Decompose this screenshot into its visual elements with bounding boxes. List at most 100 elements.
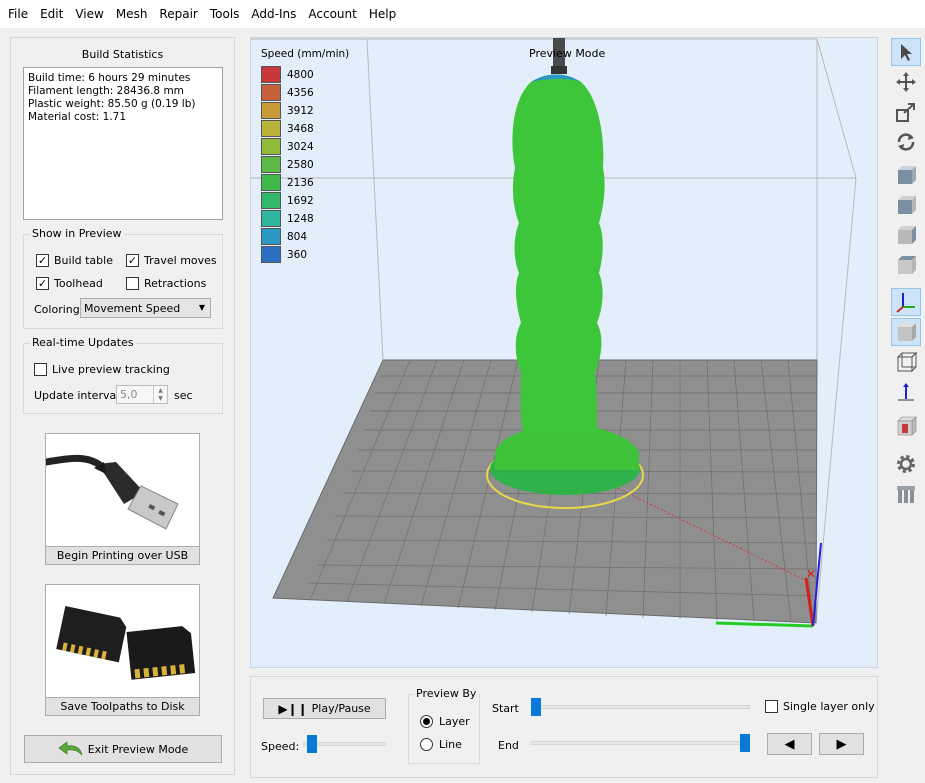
legend-value: 2580: [287, 158, 314, 171]
legend-row: 360: [261, 246, 307, 263]
menu-file[interactable]: File: [2, 0, 34, 28]
solid-view-icon[interactable]: [891, 318, 921, 346]
supports-icon[interactable]: [891, 480, 921, 508]
rotate-icon[interactable]: [891, 128, 921, 156]
build-statistics-title: Build Statistics: [81, 48, 164, 61]
legend-swatch: [261, 120, 281, 137]
view-cube-right-icon[interactable]: [891, 221, 921, 249]
legend-row: 3024: [261, 138, 314, 155]
legend-row: 4356: [261, 84, 314, 101]
menu-repair[interactable]: Repair: [153, 0, 203, 28]
single-layer-only-checkbox[interactable]: Single layer only: [765, 700, 875, 713]
legend-swatch: [261, 156, 281, 173]
sd-card-icon: [56, 605, 196, 680]
right-triangle-icon: ▶: [836, 736, 847, 752]
update-interval-spinbox[interactable]: 5,0 ▲ ▼: [116, 385, 168, 404]
speed-legend-title: Speed (mm/min): [261, 48, 350, 60]
save-toolpaths-disk-button[interactable]: Save Toolpaths to Disk: [45, 584, 200, 716]
play-pause-button[interactable]: ▶❙❙ Play/Pause: [263, 698, 386, 719]
live-preview-tracking-checkbox[interactable]: Live preview tracking: [34, 363, 170, 376]
start-label: Start: [492, 702, 519, 715]
toolhead-label: Toolhead: [54, 277, 103, 290]
scale-icon[interactable]: [891, 98, 921, 126]
usb-button-label: Begin Printing over USB: [46, 546, 199, 564]
menu-tools[interactable]: Tools: [204, 0, 246, 28]
build-table-checkbox[interactable]: ✓ Build table: [36, 254, 113, 267]
material-cost-line: Material cost: 1.71: [28, 111, 127, 123]
begin-printing-usb-button[interactable]: Begin Printing over USB: [45, 433, 200, 565]
view-cube-front-icon[interactable]: [891, 161, 921, 189]
speed-label: Speed:: [261, 740, 300, 753]
filament-length-line: Filament length: 28436.8 mm: [28, 85, 184, 97]
legend-swatch: [261, 174, 281, 191]
toolhead-checkbox[interactable]: ✓ Toolhead: [36, 277, 103, 290]
z-axis-icon[interactable]: [891, 378, 921, 406]
back-arrow-icon: [58, 741, 83, 756]
left-triangle-icon: ◀: [784, 736, 795, 752]
layer-radio-label: Layer: [439, 715, 470, 728]
realtime-updates-group: Real-time Updates Live preview tracking …: [23, 336, 223, 414]
legend-value: 3024: [287, 140, 314, 153]
preview-by-title: Preview By: [414, 687, 479, 700]
settings-gear-icon[interactable]: [891, 450, 921, 478]
right-toolbar: [888, 28, 925, 783]
retractions-label: Retractions: [144, 277, 207, 290]
legend-row: 4800: [261, 66, 314, 83]
menu-edit[interactable]: Edit: [34, 0, 69, 28]
usb-cable-icon: [46, 454, 179, 530]
spin-arrows-icon[interactable]: ▲ ▼: [153, 386, 167, 403]
speed-slider-thumb[interactable]: [306, 735, 317, 753]
coloring-select[interactable]: Movement Speed ▼: [80, 298, 211, 318]
travel-moves-label: Travel moves: [144, 254, 217, 267]
scene-render: ✕: [251, 38, 857, 628]
axes-icon[interactable]: [891, 288, 921, 316]
update-interval-label: Update interval: [34, 389, 120, 402]
checkmark-icon: ✓: [36, 254, 49, 267]
next-layer-button[interactable]: ▶: [819, 733, 864, 755]
select-arrow-icon[interactable]: [891, 38, 921, 66]
single-layer-only-label: Single layer only: [783, 700, 875, 713]
menu-account[interactable]: Account: [302, 0, 362, 28]
menu-view[interactable]: View: [69, 0, 109, 28]
coloring-label: Coloring: [34, 303, 80, 316]
build-statistics-box: Build time: 6 hours 29 minutes Filament …: [23, 67, 223, 220]
legend-swatch: [261, 228, 281, 245]
line-radio[interactable]: Line: [420, 738, 462, 751]
radio-empty-icon: [420, 738, 433, 751]
view-cube-left-icon[interactable]: [891, 191, 921, 219]
layer-radio[interactable]: Layer: [420, 715, 470, 728]
start-slider-track[interactable]: [531, 705, 750, 709]
preview-by-group: Preview By Layer Line: [408, 687, 480, 764]
play-pause-icon: ▶❙❙: [278, 701, 308, 716]
travel-moves-checkbox[interactable]: ✓ Travel moves: [126, 254, 217, 267]
build-table-label: Build table: [54, 254, 113, 267]
legend-row: 2136: [261, 174, 314, 191]
show-in-preview-group: Show in Preview ✓ Build table ✓ Travel m…: [23, 227, 223, 329]
view-cube-top-icon[interactable]: [891, 251, 921, 279]
empty-checkbox-icon: [126, 277, 139, 290]
empty-checkbox-icon: [34, 363, 47, 376]
menu-add-ins[interactable]: Add-Ins: [245, 0, 302, 28]
start-slider-thumb[interactable]: [531, 698, 541, 716]
legend-swatch: [261, 210, 281, 227]
end-slider-thumb[interactable]: [740, 734, 750, 752]
3d-viewport[interactable]: ✕ Preview Mode Speed (mm/min) 4800 4356 39…: [250, 37, 878, 668]
retractions-checkbox[interactable]: Retractions: [126, 277, 206, 290]
exit-preview-mode-button[interactable]: Exit Preview Mode: [24, 735, 222, 763]
menu-help[interactable]: Help: [363, 0, 402, 28]
playback-panel: ▶❙❙ Play/Pause Speed: Preview By Layer L…: [250, 676, 878, 778]
legend-value: 1692: [287, 194, 314, 207]
menu-mesh[interactable]: Mesh: [110, 0, 154, 28]
legend-row: 1248: [261, 210, 314, 227]
previous-layer-button[interactable]: ◀: [767, 733, 812, 755]
svg-text:✕: ✕: [806, 567, 816, 581]
legend-swatch: [261, 102, 281, 119]
live-preview-tracking-label: Live preview tracking: [52, 363, 170, 376]
move-icon[interactable]: [891, 68, 921, 96]
legend-row: 2580: [261, 156, 314, 173]
end-slider-track[interactable]: [531, 741, 750, 745]
cut-box-icon[interactable]: [891, 412, 921, 440]
coloring-value: Movement Speed: [84, 301, 181, 315]
legend-swatch: [261, 138, 281, 155]
wireframe-view-icon[interactable]: [891, 348, 921, 376]
